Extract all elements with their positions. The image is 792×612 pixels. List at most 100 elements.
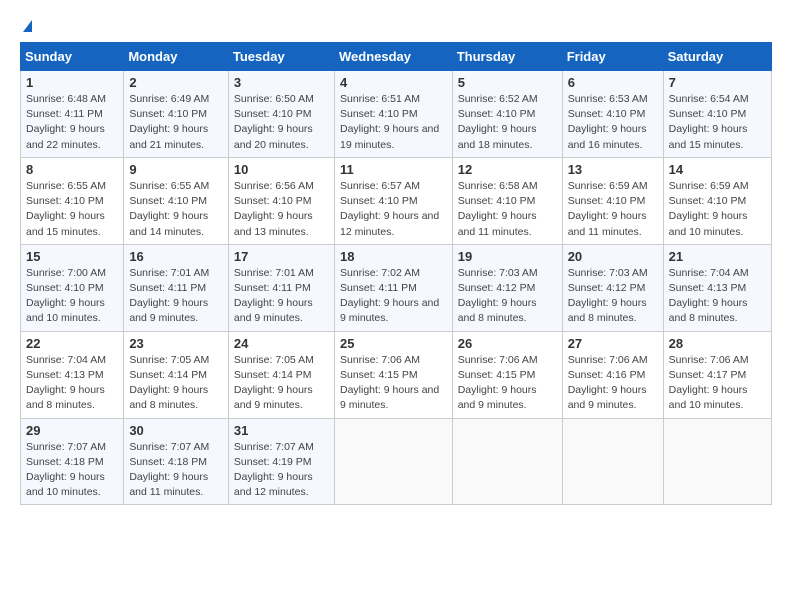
day-info: Sunrise: 7:07 AM Sunset: 4:19 PM Dayligh…	[234, 440, 329, 501]
calendar-row: 22 Sunrise: 7:04 AM Sunset: 4:13 PM Dayl…	[21, 331, 772, 418]
day-cell-29: 29 Sunrise: 7:07 AM Sunset: 4:18 PM Dayl…	[21, 418, 124, 505]
day-cell-11: 11 Sunrise: 6:57 AM Sunset: 4:10 PM Dayl…	[334, 157, 452, 244]
day-number: 11	[340, 162, 447, 177]
day-cell-19: 19 Sunrise: 7:03 AM Sunset: 4:12 PM Dayl…	[452, 244, 562, 331]
day-info: Sunrise: 6:52 AM Sunset: 4:10 PM Dayligh…	[458, 92, 557, 153]
day-number: 2	[129, 75, 223, 90]
day-cell-13: 13 Sunrise: 6:59 AM Sunset: 4:10 PM Dayl…	[562, 157, 663, 244]
day-info: Sunrise: 7:06 AM Sunset: 4:15 PM Dayligh…	[458, 353, 557, 414]
day-info: Sunrise: 6:48 AM Sunset: 4:11 PM Dayligh…	[26, 92, 118, 153]
logo	[20, 20, 32, 34]
day-cell-7: 7 Sunrise: 6:54 AM Sunset: 4:10 PM Dayli…	[663, 71, 771, 158]
day-number: 3	[234, 75, 329, 90]
day-number: 29	[26, 423, 118, 438]
day-cell-16: 16 Sunrise: 7:01 AM Sunset: 4:11 PM Dayl…	[124, 244, 229, 331]
day-cell-26: 26 Sunrise: 7:06 AM Sunset: 4:15 PM Dayl…	[452, 331, 562, 418]
col-thursday: Thursday	[452, 43, 562, 71]
calendar-row: 1 Sunrise: 6:48 AM Sunset: 4:11 PM Dayli…	[21, 71, 772, 158]
empty-cell	[562, 418, 663, 505]
day-number: 9	[129, 162, 223, 177]
day-cell-22: 22 Sunrise: 7:04 AM Sunset: 4:13 PM Dayl…	[21, 331, 124, 418]
day-cell-4: 4 Sunrise: 6:51 AM Sunset: 4:10 PM Dayli…	[334, 71, 452, 158]
day-info: Sunrise: 7:06 AM Sunset: 4:15 PM Dayligh…	[340, 353, 447, 414]
day-number: 5	[458, 75, 557, 90]
day-cell-1: 1 Sunrise: 6:48 AM Sunset: 4:11 PM Dayli…	[21, 71, 124, 158]
day-info: Sunrise: 6:58 AM Sunset: 4:10 PM Dayligh…	[458, 179, 557, 240]
day-cell-6: 6 Sunrise: 6:53 AM Sunset: 4:10 PM Dayli…	[562, 71, 663, 158]
day-number: 1	[26, 75, 118, 90]
day-info: Sunrise: 7:07 AM Sunset: 4:18 PM Dayligh…	[129, 440, 223, 501]
day-number: 22	[26, 336, 118, 351]
day-number: 12	[458, 162, 557, 177]
day-info: Sunrise: 6:55 AM Sunset: 4:10 PM Dayligh…	[129, 179, 223, 240]
day-info: Sunrise: 7:01 AM Sunset: 4:11 PM Dayligh…	[129, 266, 223, 327]
col-friday: Friday	[562, 43, 663, 71]
day-number: 15	[26, 249, 118, 264]
col-sunday: Sunday	[21, 43, 124, 71]
day-info: Sunrise: 7:00 AM Sunset: 4:10 PM Dayligh…	[26, 266, 118, 327]
day-info: Sunrise: 6:56 AM Sunset: 4:10 PM Dayligh…	[234, 179, 329, 240]
day-cell-24: 24 Sunrise: 7:05 AM Sunset: 4:14 PM Dayl…	[228, 331, 334, 418]
day-info: Sunrise: 6:59 AM Sunset: 4:10 PM Dayligh…	[568, 179, 658, 240]
day-info: Sunrise: 7:02 AM Sunset: 4:11 PM Dayligh…	[340, 266, 447, 327]
empty-cell	[452, 418, 562, 505]
day-info: Sunrise: 7:01 AM Sunset: 4:11 PM Dayligh…	[234, 266, 329, 327]
day-cell-30: 30 Sunrise: 7:07 AM Sunset: 4:18 PM Dayl…	[124, 418, 229, 505]
day-cell-17: 17 Sunrise: 7:01 AM Sunset: 4:11 PM Dayl…	[228, 244, 334, 331]
day-info: Sunrise: 6:53 AM Sunset: 4:10 PM Dayligh…	[568, 92, 658, 153]
col-tuesday: Tuesday	[228, 43, 334, 71]
day-info: Sunrise: 6:51 AM Sunset: 4:10 PM Dayligh…	[340, 92, 447, 153]
day-cell-2: 2 Sunrise: 6:49 AM Sunset: 4:10 PM Dayli…	[124, 71, 229, 158]
day-number: 19	[458, 249, 557, 264]
day-number: 18	[340, 249, 447, 264]
day-number: 24	[234, 336, 329, 351]
day-cell-21: 21 Sunrise: 7:04 AM Sunset: 4:13 PM Dayl…	[663, 244, 771, 331]
day-number: 13	[568, 162, 658, 177]
day-info: Sunrise: 7:03 AM Sunset: 4:12 PM Dayligh…	[458, 266, 557, 327]
day-number: 28	[669, 336, 766, 351]
day-cell-14: 14 Sunrise: 6:59 AM Sunset: 4:10 PM Dayl…	[663, 157, 771, 244]
calendar-body: 1 Sunrise: 6:48 AM Sunset: 4:11 PM Dayli…	[21, 71, 772, 505]
day-cell-27: 27 Sunrise: 7:06 AM Sunset: 4:16 PM Dayl…	[562, 331, 663, 418]
col-monday: Monday	[124, 43, 229, 71]
calendar-row: 15 Sunrise: 7:00 AM Sunset: 4:10 PM Dayl…	[21, 244, 772, 331]
logo-triangle-icon	[23, 20, 32, 32]
day-number: 26	[458, 336, 557, 351]
col-saturday: Saturday	[663, 43, 771, 71]
day-number: 25	[340, 336, 447, 351]
day-cell-28: 28 Sunrise: 7:06 AM Sunset: 4:17 PM Dayl…	[663, 331, 771, 418]
day-number: 30	[129, 423, 223, 438]
day-cell-15: 15 Sunrise: 7:00 AM Sunset: 4:10 PM Dayl…	[21, 244, 124, 331]
day-info: Sunrise: 6:57 AM Sunset: 4:10 PM Dayligh…	[340, 179, 447, 240]
col-wednesday: Wednesday	[334, 43, 452, 71]
day-number: 31	[234, 423, 329, 438]
day-number: 16	[129, 249, 223, 264]
calendar-row: 8 Sunrise: 6:55 AM Sunset: 4:10 PM Dayli…	[21, 157, 772, 244]
day-cell-31: 31 Sunrise: 7:07 AM Sunset: 4:19 PM Dayl…	[228, 418, 334, 505]
day-info: Sunrise: 6:50 AM Sunset: 4:10 PM Dayligh…	[234, 92, 329, 153]
day-info: Sunrise: 7:03 AM Sunset: 4:12 PM Dayligh…	[568, 266, 658, 327]
day-cell-23: 23 Sunrise: 7:05 AM Sunset: 4:14 PM Dayl…	[124, 331, 229, 418]
day-number: 23	[129, 336, 223, 351]
day-number: 8	[26, 162, 118, 177]
day-cell-8: 8 Sunrise: 6:55 AM Sunset: 4:10 PM Dayli…	[21, 157, 124, 244]
day-number: 27	[568, 336, 658, 351]
day-cell-9: 9 Sunrise: 6:55 AM Sunset: 4:10 PM Dayli…	[124, 157, 229, 244]
page-header	[20, 20, 772, 34]
day-cell-10: 10 Sunrise: 6:56 AM Sunset: 4:10 PM Dayl…	[228, 157, 334, 244]
day-number: 10	[234, 162, 329, 177]
day-info: Sunrise: 7:07 AM Sunset: 4:18 PM Dayligh…	[26, 440, 118, 501]
day-info: Sunrise: 6:55 AM Sunset: 4:10 PM Dayligh…	[26, 179, 118, 240]
day-cell-18: 18 Sunrise: 7:02 AM Sunset: 4:11 PM Dayl…	[334, 244, 452, 331]
calendar-row: 29 Sunrise: 7:07 AM Sunset: 4:18 PM Dayl…	[21, 418, 772, 505]
day-info: Sunrise: 7:06 AM Sunset: 4:16 PM Dayligh…	[568, 353, 658, 414]
day-number: 17	[234, 249, 329, 264]
day-info: Sunrise: 6:59 AM Sunset: 4:10 PM Dayligh…	[669, 179, 766, 240]
day-info: Sunrise: 7:04 AM Sunset: 4:13 PM Dayligh…	[669, 266, 766, 327]
empty-cell	[663, 418, 771, 505]
day-cell-3: 3 Sunrise: 6:50 AM Sunset: 4:10 PM Dayli…	[228, 71, 334, 158]
day-number: 20	[568, 249, 658, 264]
day-cell-20: 20 Sunrise: 7:03 AM Sunset: 4:12 PM Dayl…	[562, 244, 663, 331]
day-cell-5: 5 Sunrise: 6:52 AM Sunset: 4:10 PM Dayli…	[452, 71, 562, 158]
day-number: 6	[568, 75, 658, 90]
